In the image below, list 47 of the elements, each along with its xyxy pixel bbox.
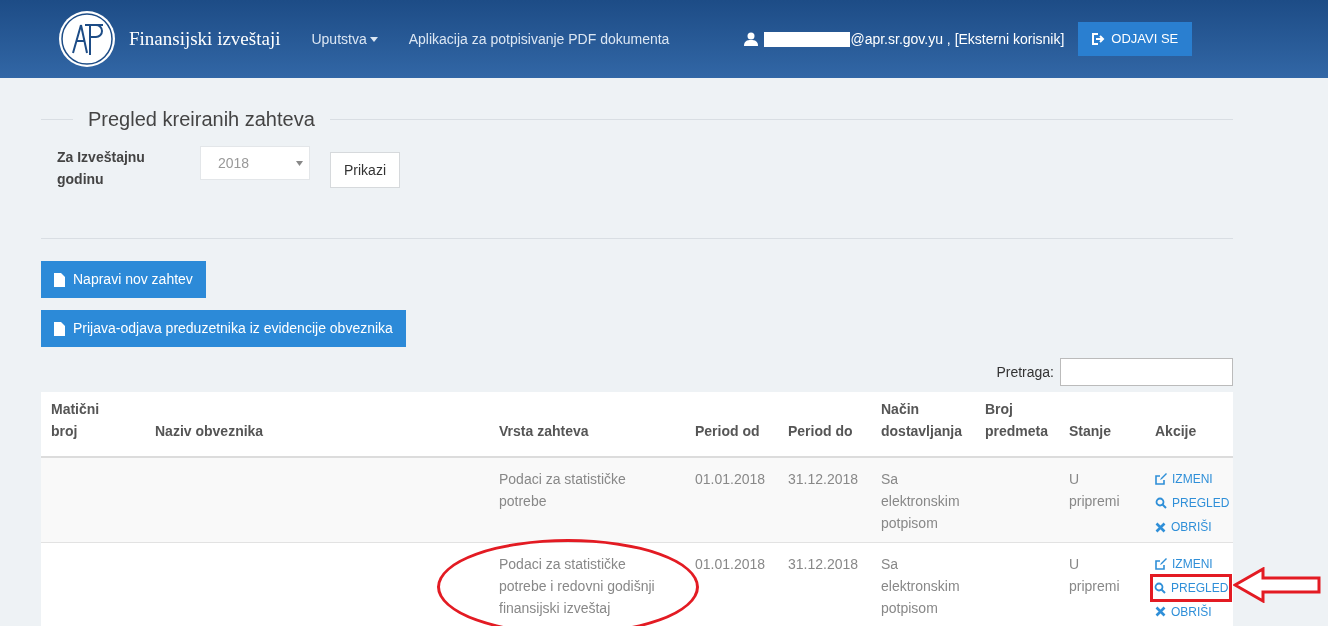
status-cell-text: U pripremi <box>1069 470 1121 511</box>
search-field[interactable] <box>1060 358 1233 386</box>
action-link[interactable]: IZMENI <box>1155 552 1213 575</box>
column-header: Naziv obveznika <box>155 423 264 439</box>
action-link[interactable]: PREGLED <box>1153 576 1230 599</box>
show-button[interactable]: Prikazi <box>330 152 400 188</box>
search-icon <box>1155 497 1167 509</box>
edit-icon <box>1155 473 1167 485</box>
column-header: Akcije <box>1155 423 1197 439</box>
user-email: @apr.sr.gov.yu , [Eksterni korisnik] <box>850 29 1065 49</box>
column-header: Broj predmeta <box>985 401 1049 439</box>
action-button[interactable]: Prijava-odjava preduzetnika iz evidencije obveznika <box>41 310 406 347</box>
column-header: Period od <box>695 423 760 439</box>
delivery-cell-text: Sa elektronskim potpisom <box>881 470 959 533</box>
section-title: Pregled kreiranih zahteva <box>87 107 316 132</box>
search-label: Pretraga: <box>996 362 1054 382</box>
close-icon <box>1155 606 1166 617</box>
nav-link[interactable]: Aplikacija za potpisivanje PDF dokumenta <box>408 28 670 50</box>
action-button[interactable]: Napravi nov zahtev <box>41 261 206 298</box>
close-icon <box>1155 521 1166 533</box>
column-header: Stanje <box>1069 423 1111 439</box>
edit-icon <box>1155 557 1167 570</box>
caret-icon <box>369 36 378 42</box>
dropdown-icon <box>296 160 303 166</box>
status-cell-text: U pripremi <box>1069 554 1121 596</box>
user-icon <box>744 32 759 46</box>
logo-icon <box>57 9 117 69</box>
request-type-cell-text: Podaci za statističke potrebe <box>499 470 627 511</box>
action-link[interactable]: IZMENI <box>1155 468 1213 490</box>
action-link[interactable]: OBRIŠI <box>1155 600 1212 623</box>
column-header: Period do <box>788 423 853 439</box>
delivery-cell-text: Sa elektronskim potpisom <box>881 554 959 618</box>
search-icon <box>1154 581 1166 594</box>
action-link[interactable]: OBRIŠI <box>1155 516 1212 538</box>
document-icon <box>54 272 65 287</box>
nav-link[interactable]: Uputstva <box>311 28 378 50</box>
action-link[interactable]: PREGLED <box>1155 492 1230 514</box>
column-header: Način dostavljanja <box>881 401 962 439</box>
year-label: Za Izveštajnu godinu <box>57 148 146 189</box>
brand-title[interactable]: Finansijski izveštaji <box>129 24 281 54</box>
column-header: Matični broj <box>51 401 100 439</box>
document-icon <box>54 321 65 336</box>
year-select[interactable]: 2018 <box>200 146 310 180</box>
column-header: Vrsta zahteva <box>499 423 589 439</box>
request-type-cell-text: Podaci za statističke potrebe i redovni godišnji finansijski izveštaj <box>499 554 656 618</box>
logout-button[interactable]: ODJAVI SE <box>1078 22 1193 56</box>
logout-icon <box>1092 33 1106 45</box>
